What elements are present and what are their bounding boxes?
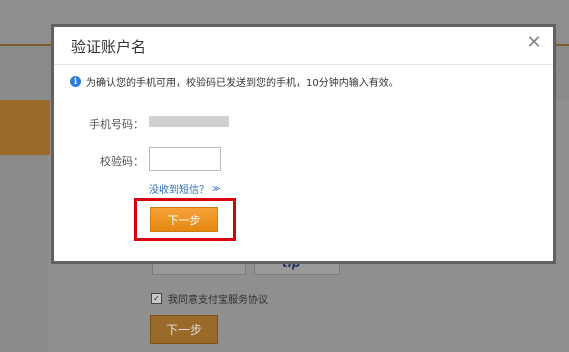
info-icon: i	[70, 76, 81, 87]
code-label: 校验码：	[100, 155, 144, 168]
phone-label: 手机号码：	[89, 118, 144, 131]
info-message: i 为确认您的手机可用，校验码已发送到您的手机，10分钟内输入有效。	[70, 74, 399, 89]
verify-account-dialog: 验证账户名 ✕ i 为确认您的手机可用，校验码已发送到您的手机，10分钟内输入有…	[51, 24, 556, 264]
agree-text: 我同意支付宝服务协议	[168, 295, 268, 306]
verification-code-input[interactable]	[149, 147, 221, 171]
dialog-header: 验证账户名 ✕	[54, 27, 553, 65]
dialog-title: 验证账户名	[71, 38, 147, 56]
agree-checkbox: ✓	[151, 293, 162, 304]
background-agree-row: ✓ 我同意支付宝服务协议	[151, 291, 268, 306]
chevron-down-icon: ≫	[212, 184, 221, 193]
no-sms-link-text[interactable]: 没收到短信？	[149, 181, 209, 196]
next-step-button[interactable]: 下一步	[150, 207, 218, 232]
no-sms-link[interactable]: 没收到短信？ ≫	[149, 181, 220, 196]
phone-number-masked	[149, 116, 229, 127]
close-icon[interactable]: ✕	[525, 34, 543, 52]
background-orange-tab	[0, 100, 50, 155]
background-next-button: 下一步	[150, 315, 218, 344]
info-text: 为确认您的手机可用，校验码已发送到您的手机，10分钟内输入有效。	[86, 78, 399, 89]
